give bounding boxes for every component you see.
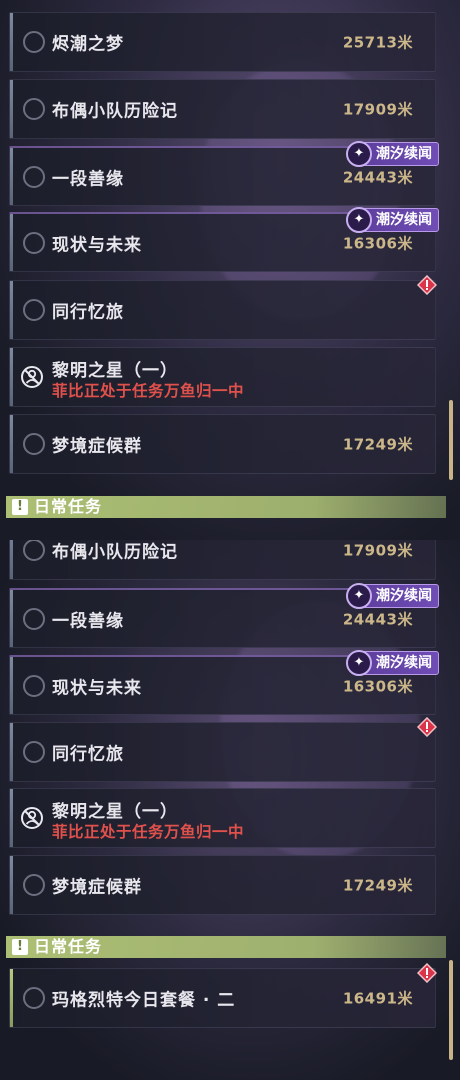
- quest-distance: 17249米: [342, 876, 413, 895]
- track-circle[interactable]: [23, 299, 45, 321]
- quest-panel-bottom: 布偶小队历险记 17909米 一段善缘 24443米 ✦ 潮汐续闻 现状与未来 1…: [0, 540, 460, 1080]
- track-circle[interactable]: [23, 433, 45, 455]
- quest-subtitle: 菲比正处于任务万鱼归一中: [52, 823, 245, 841]
- scrollbar[interactable]: [449, 400, 453, 480]
- track-circle[interactable]: [23, 874, 45, 896]
- quest-distance: 17249米: [342, 435, 413, 454]
- track-circle[interactable]: [23, 98, 45, 120]
- quest-card[interactable]: 布偶小队历险记 17909米: [9, 540, 436, 580]
- quest-distance: 16306米: [342, 677, 413, 695]
- exclamation-diamond-icon: [417, 717, 437, 737]
- quest-distance: 24443米: [342, 610, 413, 628]
- quest-title: 黎明之星（一）: [52, 361, 178, 381]
- quest-card[interactable]: 一段善缘 24443米 ✦ 潮汐续闻: [9, 141, 439, 206]
- quest-distance: 16306米: [342, 234, 413, 252]
- track-circle[interactable]: [23, 231, 45, 254]
- section-header-daily[interactable]: ! 日常任务: [6, 496, 446, 518]
- track-circle[interactable]: [23, 31, 45, 53]
- quest-distance: 16491米: [342, 989, 413, 1008]
- quest-card[interactable]: 梦境症候群 17249米: [9, 855, 436, 915]
- exclamation-box-icon: !: [12, 499, 28, 515]
- quest-tag: ✦ 潮汐续闻: [346, 141, 439, 167]
- quest-title: 现状与未来: [52, 235, 142, 255]
- quest-panel-top: 烬潮之梦 25713米 布偶小队历险记 17909米 一段善缘 24443米 ✦…: [0, 0, 460, 540]
- quest-distance: 24443米: [342, 168, 413, 186]
- track-circle[interactable]: [23, 607, 45, 630]
- exclamation-diamond-icon: [417, 963, 437, 983]
- quest-tag-label: 潮汐续闻: [376, 588, 432, 604]
- quest-card[interactable]: 同行忆旅: [9, 717, 437, 782]
- quest-tag: ✦ 潮汐续闻: [346, 650, 439, 676]
- quest-card[interactable]: 现状与未来 16306米 ✦ 潮汐续闻: [9, 207, 439, 272]
- track-circle[interactable]: [23, 674, 45, 697]
- quest-title: 布偶小队历险记: [52, 542, 178, 563]
- track-circle[interactable]: [23, 540, 45, 561]
- quest-title: 同行忆旅: [52, 302, 124, 323]
- quest-subtitle: 菲比正处于任务万鱼归一中: [52, 382, 245, 400]
- section-label: 日常任务: [34, 937, 103, 956]
- quest-title: 玛格烈特今日套餐 · 二: [52, 990, 236, 1011]
- quest-card[interactable]: 一段善缘 24443米 ✦ 潮汐续闻: [9, 583, 439, 648]
- quest-title: 一段善缘: [52, 611, 124, 631]
- daily-quest-card[interactable]: 玛格烈特今日套餐 · 二 16491米: [9, 963, 437, 1028]
- exclamation-diamond-icon: [417, 275, 437, 295]
- section-label: 日常任务: [34, 497, 103, 516]
- quest-tag: ✦ 潮汐续闻: [346, 583, 439, 609]
- quest-title: 梦境症候群: [52, 877, 142, 898]
- track-circle[interactable]: [23, 165, 45, 188]
- quest-title: 同行忆旅: [52, 744, 124, 765]
- sparkle-icon: ✦: [346, 650, 372, 676]
- quest-card[interactable]: 梦境症候群 17249米: [9, 414, 436, 474]
- quest-title: 黎明之星（一）: [52, 802, 178, 822]
- quest-distance: 17909米: [342, 541, 413, 560]
- quest-distance: 25713米: [342, 33, 413, 52]
- quest-tag-label: 潮汐续闻: [376, 655, 432, 671]
- sparkle-icon: ✦: [346, 207, 372, 233]
- quest-card[interactable]: 黎明之星（一） 菲比正处于任务万鱼归一中: [9, 788, 436, 848]
- sparkle-icon: ✦: [346, 141, 372, 167]
- track-circle[interactable]: [23, 987, 45, 1009]
- blocked-person-icon: [21, 807, 43, 829]
- quest-title: 布偶小队历险记: [52, 101, 178, 122]
- quest-card[interactable]: 现状与未来 16306米 ✦ 潮汐续闻: [9, 650, 439, 715]
- blocked-person-icon: [21, 366, 43, 388]
- exclamation-box-icon: !: [12, 939, 28, 955]
- quest-tag-label: 潮汐续闻: [376, 146, 432, 162]
- quest-title: 梦境症候群: [52, 436, 142, 457]
- quest-title: 烬潮之梦: [52, 34, 124, 55]
- quest-card[interactable]: 布偶小队历险记 17909米: [9, 79, 436, 139]
- quest-tag-label: 潮汐续闻: [376, 212, 432, 228]
- quest-card[interactable]: 黎明之星（一） 菲比正处于任务万鱼归一中: [9, 347, 436, 407]
- sparkle-icon: ✦: [346, 583, 372, 609]
- track-circle[interactable]: [23, 741, 45, 763]
- section-header-daily[interactable]: ! 日常任务: [6, 936, 446, 958]
- quest-tag: ✦ 潮汐续闻: [346, 207, 439, 233]
- quest-card[interactable]: 烬潮之梦 25713米: [9, 12, 436, 72]
- quest-title: 现状与未来: [52, 678, 142, 698]
- scrollbar[interactable]: [449, 960, 453, 1060]
- quest-card[interactable]: 同行忆旅: [9, 275, 437, 340]
- quest-distance: 17909米: [342, 100, 413, 119]
- quest-title: 一段善缘: [52, 169, 124, 189]
